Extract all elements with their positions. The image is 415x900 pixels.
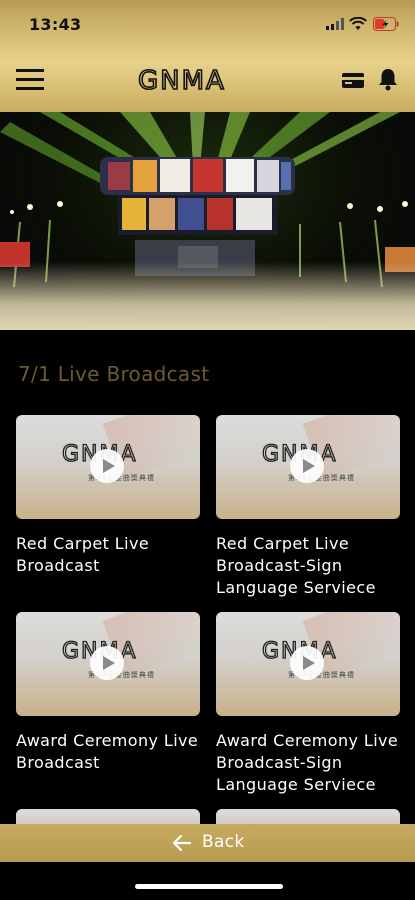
video-title: Red Carpet Live Broadcast [16, 534, 150, 575]
video-card[interactable]: GNMA 第34屆金曲獎典禮 Award Ceremony Live Broad… [16, 612, 200, 774]
status-time: 13:43 [29, 15, 82, 34]
hero-fade [0, 262, 415, 330]
status-bar: 13:43 [0, 0, 415, 50]
back-label: Back [202, 832, 245, 852]
video-title: Award Ceremony Live Broadcast-Sign Langu… [216, 731, 399, 794]
hero-stage-image [0, 112, 415, 330]
video-thumbnail: GNMA 第34屆金曲獎典禮 [16, 612, 200, 716]
section-title: 7/1 Live Broadcast [18, 362, 210, 386]
play-icon[interactable] [290, 646, 324, 680]
gnma-logo: GNMA [138, 65, 226, 95]
menu-icon [16, 69, 44, 90]
play-icon[interactable] [290, 449, 324, 483]
notifications-button[interactable] [377, 67, 399, 91]
svg-text:GNMA: GNMA [138, 66, 226, 95]
video-card[interactable]: GNMA 第34屆金曲獎典禮 Award Ceremony Live Broad… [216, 612, 400, 796]
back-button[interactable]: Back [0, 824, 415, 862]
battery-icon [373, 17, 399, 31]
video-card[interactable]: GNMA 第34屆金曲獎典禮 Red Carpet Live Broadcast… [216, 415, 400, 599]
home-indicator [135, 884, 283, 889]
bell-icon [379, 69, 397, 91]
cellular-signal-icon [326, 18, 344, 30]
video-thumbnail: GNMA 第34屆金曲獎典禮 [216, 415, 400, 519]
video-card[interactable]: GNMA 第34屆金曲獎典禮 Red Carpet Live Broadcast [16, 415, 200, 577]
play-icon[interactable] [90, 449, 124, 483]
arrow-left-icon [173, 835, 191, 851]
video-thumbnail: GNMA 第34屆金曲獎典禮 [216, 612, 400, 716]
wifi-icon [349, 17, 367, 30]
menu-button[interactable] [16, 67, 44, 93]
video-thumbnail: GNMA 第34屆金曲獎典禮 [16, 415, 200, 519]
play-icon[interactable] [90, 646, 124, 680]
video-title: Red Carpet Live Broadcast-Sign Language … [216, 534, 376, 597]
app-header: 13:43 GNMA [0, 0, 415, 112]
card-button[interactable] [341, 70, 365, 90]
video-title: Award Ceremony Live Broadcast [16, 731, 199, 772]
card-icon [342, 73, 364, 88]
